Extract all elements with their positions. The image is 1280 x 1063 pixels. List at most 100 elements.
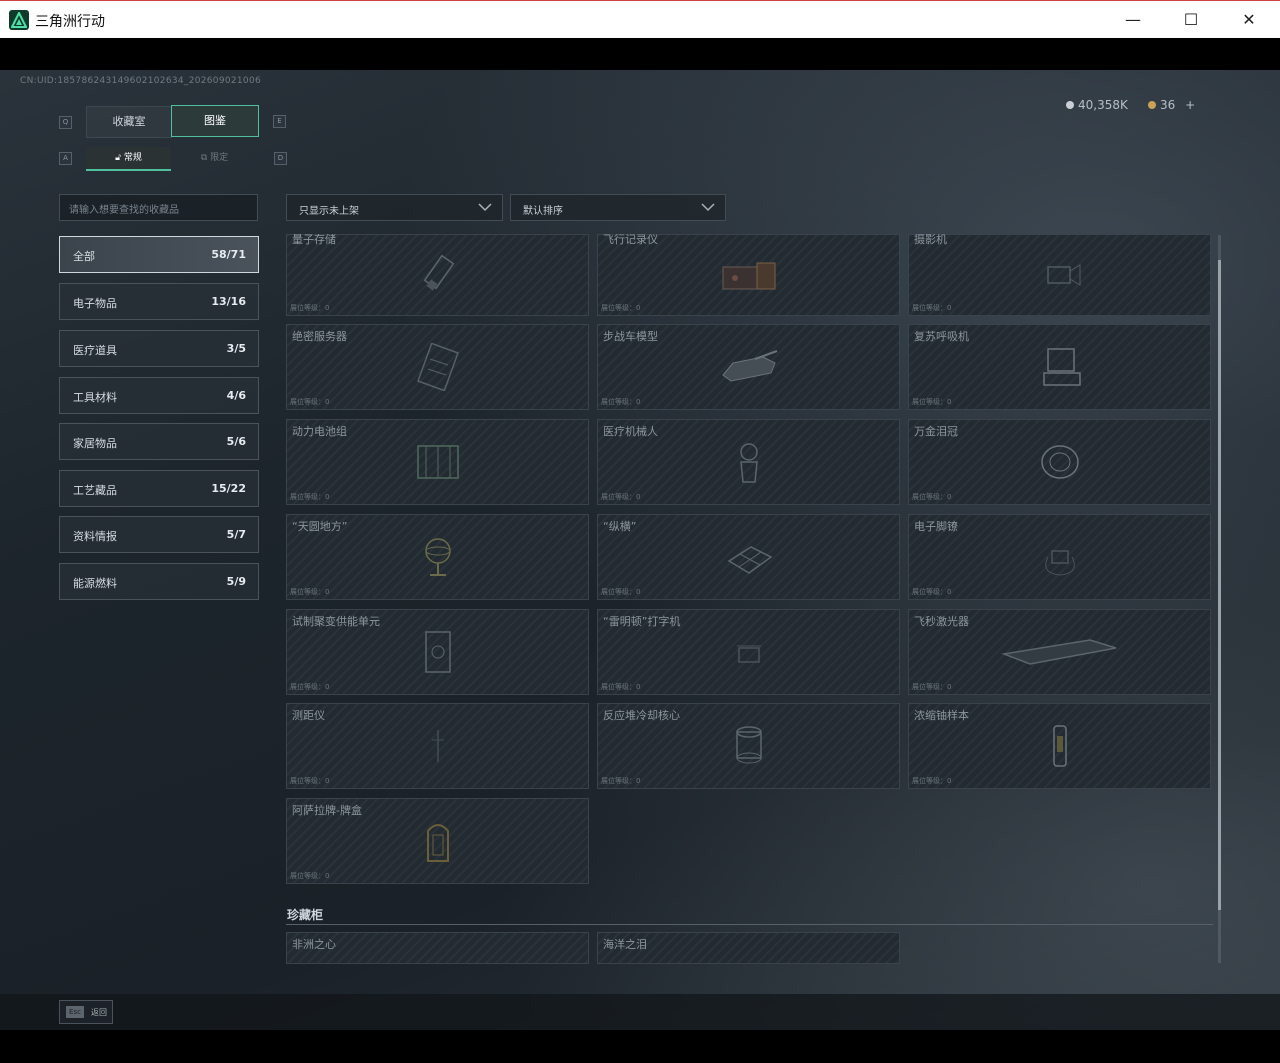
item-grid: 量子存储 展位等级：0 飞行记录仪 展位等级：0 摄影机 展位等级：0 绝密服务…	[286, 234, 1212, 964]
item-card[interactable]: “天圆地方” 展位等级：0	[286, 514, 589, 600]
sort-dropdown[interactable]: 默认排序	[510, 194, 726, 221]
category-name: 工具材料	[73, 391, 117, 404]
item-card[interactable]: 飞行记录仪 展位等级：0	[597, 234, 900, 316]
ventilator-icon	[1030, 343, 1090, 391]
category-electronics[interactable]: 电子物品 13/16	[59, 283, 259, 320]
item-card[interactable]: 浓缩铀样本 展位等级：0	[908, 703, 1211, 789]
search-input[interactable]: 请输入想要查找的收藏品	[59, 194, 258, 221]
reactor-core-icon	[719, 722, 779, 770]
item-card[interactable]: 飞秒激光器 展位等级：0	[908, 609, 1211, 695]
category-energy[interactable]: 能源燃料 5/9	[59, 563, 259, 600]
silver-amount: 40,358K	[1078, 98, 1128, 112]
category-crafts[interactable]: 工艺藏品 15/22	[59, 470, 259, 507]
gold-coin-icon	[1148, 101, 1156, 109]
item-name: 试制聚变供能单元	[292, 615, 380, 628]
item-name: 浓缩铀样本	[914, 709, 969, 722]
subtab-normal-label: 常规	[123, 153, 142, 163]
fusion-unit-icon	[408, 628, 468, 676]
category-tools[interactable]: 工具材料 4/6	[59, 377, 259, 414]
category-count: 3/5	[226, 342, 246, 355]
category-name: 医疗道具	[73, 344, 117, 357]
game-viewport: CN:UID:185786243149602102634_20260902100…	[0, 70, 1280, 1030]
item-card[interactable]: 医疗机械人 展位等级：0	[597, 419, 900, 505]
item-level: 展位等级：0	[601, 398, 641, 406]
item-level: 展位等级：0	[912, 777, 952, 785]
letterbox-bottom	[0, 1030, 1280, 1063]
tab-atlas[interactable]: 图鉴	[171, 105, 259, 137]
back-label: 返回	[91, 1008, 107, 1017]
show-filter-dropdown[interactable]: 只显示未上架	[286, 194, 503, 221]
rare-item-card[interactable]: 海洋之泪	[597, 932, 900, 964]
add-currency-button[interactable]: +	[1185, 98, 1195, 112]
item-level: 展位等级：0	[912, 493, 952, 501]
item-name: 绝密服务器	[292, 330, 347, 343]
category-intel[interactable]: 资料情报 5/7	[59, 516, 259, 553]
item-level: 展位等级：0	[912, 683, 952, 691]
category-all[interactable]: 全部 58/71	[59, 236, 259, 273]
item-card[interactable]: “雷明顿”打字机 展位等级：0	[597, 609, 900, 695]
item-name: 飞行记录仪	[603, 234, 658, 246]
tank-model-icon	[719, 343, 779, 391]
item-level: 展位等级：0	[290, 683, 330, 691]
item-card[interactable]: 电子脚镣 展位等级：0	[908, 514, 1211, 600]
item-card[interactable]: 复苏呼吸机 展位等级：0	[908, 324, 1211, 410]
tab-collection-room[interactable]: 收藏室	[86, 106, 172, 138]
item-card[interactable]: 试制聚变供能单元 展位等级：0	[286, 609, 589, 695]
item-name: “雷明顿”打字机	[603, 615, 681, 628]
item-card[interactable]: 步战车模型 展位等级：0	[597, 324, 900, 410]
item-card[interactable]: 动力电池组 展位等级：0	[286, 419, 589, 505]
grid-scrollbar-thumb[interactable]	[1218, 260, 1221, 910]
item-card[interactable]: 测距仪 展位等级：0	[286, 703, 589, 789]
item-level: 展位等级：0	[601, 304, 641, 312]
item-level: 展位等级：0	[290, 777, 330, 785]
subtab-limited[interactable]: ⧉ 限定	[172, 147, 257, 169]
typewriter-icon	[719, 628, 779, 676]
window-title: 三角洲行动	[35, 14, 105, 30]
item-card[interactable]: 万金泪冠 展位等级：0	[908, 419, 1211, 505]
item-level: 展位等级：0	[601, 777, 641, 785]
item-card[interactable]: 反应堆冷却核心 展位等级：0	[597, 703, 900, 789]
close-button[interactable]: ✕	[1226, 5, 1272, 35]
sort-value: 默认排序	[523, 206, 563, 217]
item-level: 展位等级：0	[601, 588, 641, 596]
search-placeholder: 请输入想要查找的收藏品	[69, 205, 179, 216]
rare-item-card[interactable]: 非洲之心	[286, 932, 589, 964]
category-count: 15/22	[211, 482, 246, 495]
maximize-button[interactable]: ☐	[1168, 5, 1214, 35]
rare-section-title: 珍藏柜	[287, 908, 324, 922]
item-level: 展位等级：0	[290, 872, 330, 880]
battery-pack-icon	[408, 438, 468, 486]
laser-device-icon	[1000, 628, 1120, 676]
item-name: 万金泪冠	[914, 425, 958, 438]
flight-recorder-icon	[719, 251, 779, 299]
category-household[interactable]: 家居物品 5/6	[59, 423, 259, 460]
usb-drive-icon	[408, 251, 468, 299]
item-card[interactable]: 量子存储 展位等级：0	[286, 234, 589, 316]
subtab-normal[interactable]: 🔓︎ 常规	[86, 147, 171, 171]
card-box-icon	[408, 817, 468, 865]
category-count: 5/9	[226, 575, 246, 588]
item-card[interactable]: 摄影机 展位等级：0	[908, 234, 1211, 316]
item-name: 复苏呼吸机	[914, 330, 969, 343]
category-name: 能源燃料	[73, 577, 117, 590]
item-card[interactable]: 绝密服务器 展位等级：0	[286, 324, 589, 410]
category-medical[interactable]: 医疗道具 3/5	[59, 330, 259, 367]
item-name: 反应堆冷却核心	[603, 709, 680, 722]
bottom-bar	[0, 994, 1280, 1030]
app-logo-icon	[9, 10, 29, 30]
server-icon	[408, 342, 468, 392]
item-name: 摄影机	[914, 234, 947, 246]
category-name: 工艺藏品	[73, 484, 117, 497]
category-name: 电子物品	[73, 297, 117, 310]
back-button[interactable]: Esc 返回	[59, 1000, 113, 1024]
item-name: “纵横”	[603, 520, 637, 533]
minimize-button[interactable]: —	[1110, 5, 1156, 35]
chessboard-icon	[719, 533, 779, 581]
item-card[interactable]: 阿萨拉牌-牌盒 展位等级：0	[286, 798, 589, 884]
item-card[interactable]: “纵横” 展位等级：0	[597, 514, 900, 600]
category-count: 13/16	[211, 295, 246, 308]
rangefinder-icon	[408, 722, 468, 770]
section-divider	[286, 924, 1213, 925]
key-hint-q: Q	[59, 116, 72, 129]
key-hint-e: E	[273, 115, 286, 128]
